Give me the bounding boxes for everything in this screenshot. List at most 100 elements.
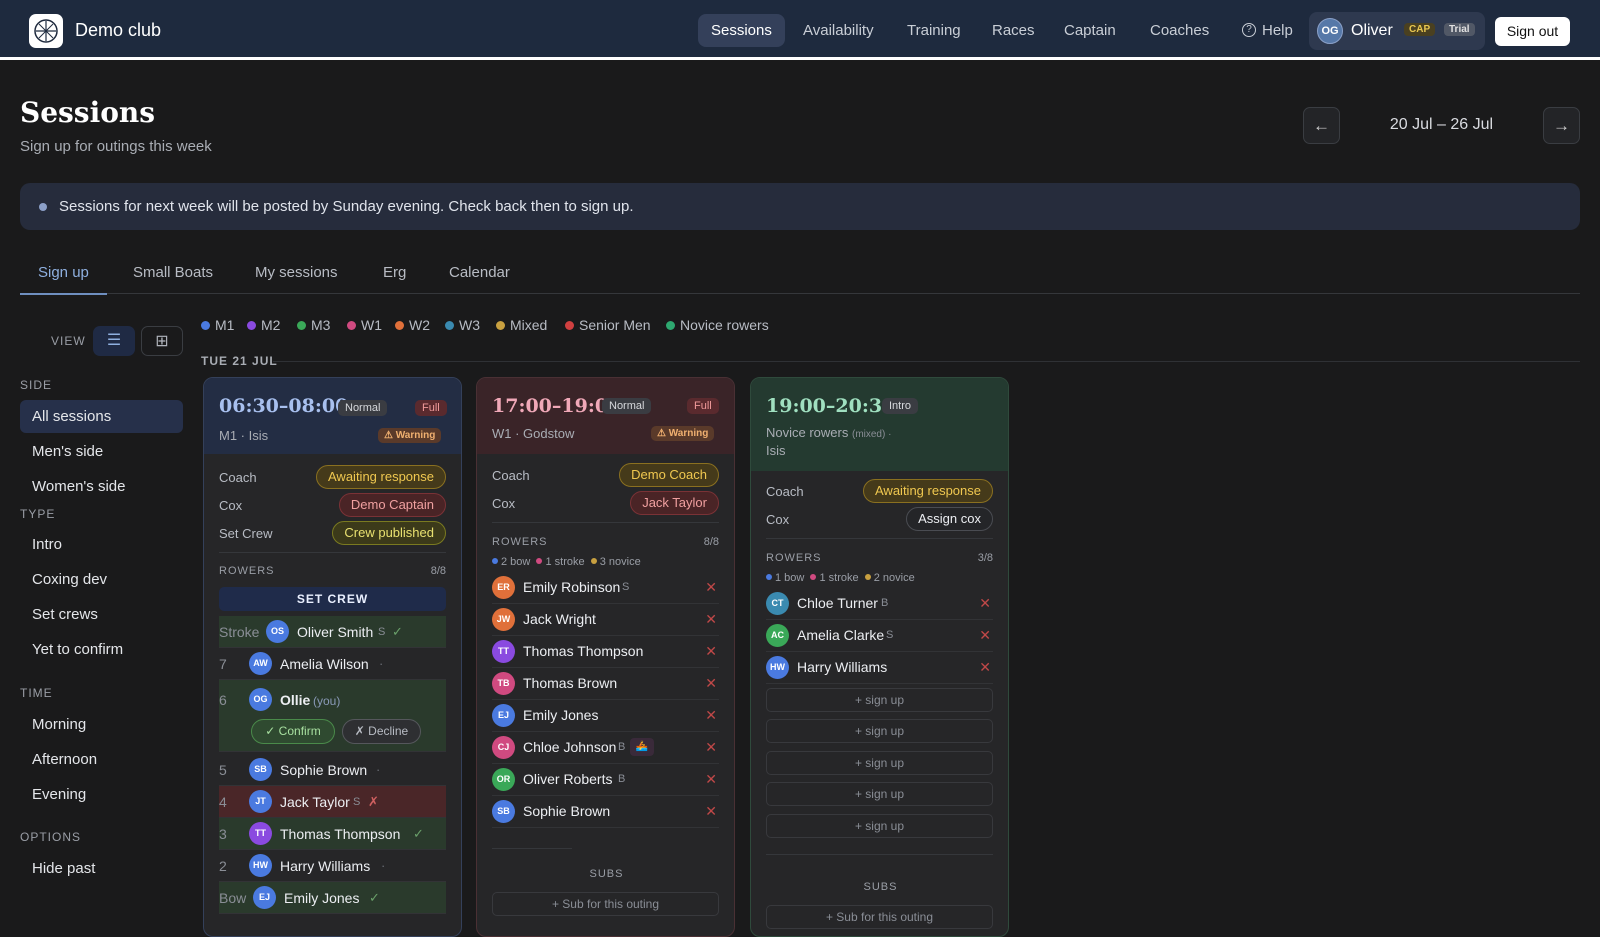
remove-x-icon[interactable]: ✕	[705, 803, 717, 820]
stroke-dot	[810, 574, 817, 580]
tab-sign-up[interactable]: Sign up	[20, 264, 107, 295]
remove-x-icon[interactable]: ✕	[705, 707, 717, 724]
club-name[interactable]: Demo club	[75, 20, 161, 41]
filter-all-sessions[interactable]: All sessions	[20, 400, 183, 433]
remove-x-icon[interactable]: ✕	[979, 595, 991, 612]
avatar: HW	[249, 854, 272, 877]
nav-coaches[interactable]: Coaches	[1137, 14, 1222, 47]
sign-up-slot-button[interactable]: + sign up	[766, 814, 993, 838]
legend-dot	[297, 320, 306, 330]
session-card-novice[interactable]: 19:00–20:30 Intro Novice rowers (mixed) …	[750, 377, 1009, 937]
crew-row[interactable]: Bow EJ Emily Jones ✓	[219, 882, 446, 914]
side-indicator: S	[353, 796, 361, 808]
club-logo-icon[interactable]	[29, 14, 63, 48]
crew-row[interactable]: 5 SB Sophie Brown ·	[219, 754, 446, 786]
session-card-m1[interactable]: 06:30–08:00 Normal Full M1 · Isis ⚠ Warn…	[203, 377, 462, 937]
nav-help[interactable]: ? Help	[1230, 14, 1306, 47]
filter-set-crews[interactable]: Set crews	[20, 598, 183, 631]
legend-mixed: Mixed	[496, 317, 547, 333]
filter-intro[interactable]: Intro	[20, 528, 183, 561]
remove-x-icon[interactable]: ✕	[979, 659, 991, 676]
nav-sessions[interactable]: Sessions	[698, 14, 785, 47]
filter-afternoon[interactable]: Afternoon	[20, 743, 183, 776]
sign-up-slot-button[interactable]: + sign up	[766, 782, 993, 806]
warning-badge[interactable]: ⚠ Warning	[378, 428, 442, 443]
rower-name: Emily Jones	[523, 707, 599, 723]
sign-up-slot-button[interactable]: + sign up	[766, 719, 993, 743]
tab-calendar[interactable]: Calendar	[431, 264, 528, 295]
filter-yet-to-confirm[interactable]: Yet to confirm	[20, 633, 183, 666]
novice-count: 3 novice	[599, 556, 641, 568]
rower-row[interactable]: HW Harry Williams ✕	[766, 652, 993, 684]
rower-breakdown: 2 bow 1 stroke 3 novice	[492, 556, 641, 568]
filter-womens-side[interactable]: Women's side	[20, 470, 183, 503]
tab-small-boats[interactable]: Small Boats	[115, 264, 231, 295]
remove-x-icon[interactable]: ✕	[705, 771, 717, 788]
rower-name: Thomas Thompson	[280, 826, 401, 842]
warning-badge[interactable]: ⚠ Warning	[651, 426, 715, 441]
filter-evening[interactable]: Evening	[20, 778, 183, 811]
sign-up-slot-button[interactable]: + sign up	[766, 751, 993, 775]
grid-view-icon[interactable]: ⊞	[141, 326, 183, 356]
remove-x-icon[interactable]: ✕	[705, 739, 717, 756]
rower-row[interactable]: AC Amelia Clarke S ✕	[766, 620, 993, 652]
crew-row[interactable]: 3 TT Thomas Thompson ✓	[219, 818, 446, 850]
sign-out-button[interactable]: Sign out	[1495, 17, 1570, 46]
rower-row[interactable]: OR Oliver Roberts B ✕	[492, 764, 719, 796]
sign-up-slot-button[interactable]: + sign up	[766, 688, 993, 712]
remove-x-icon[interactable]: ✕	[705, 611, 717, 628]
set-crew-button[interactable]: SET CREW	[219, 587, 446, 611]
filter-mens-side[interactable]: Men's side	[20, 435, 183, 468]
remove-x-icon[interactable]: ✕	[705, 675, 717, 692]
coach-status-pill[interactable]: Awaiting response	[863, 479, 993, 503]
stroke-count: 1 stroke	[545, 556, 585, 568]
rower-row[interactable]: SB Sophie Brown ✕	[492, 796, 719, 828]
avatar: ER	[492, 576, 515, 599]
nav-captain[interactable]: Captain	[1051, 14, 1129, 47]
cox-pill[interactable]: Demo Captain	[338, 493, 446, 517]
remove-x-icon[interactable]: ✕	[705, 579, 717, 596]
rower-row[interactable]: CJ Chloe Johnson B 🚣 ✕	[492, 732, 719, 764]
rower-row[interactable]: EJ Emily Jones ✕	[492, 700, 719, 732]
set-crew-pill[interactable]: Crew published	[332, 521, 446, 545]
confirm-button[interactable]: ✓ Confirm	[251, 719, 335, 744]
nav-races[interactable]: Races	[979, 14, 1048, 47]
coach-status-pill[interactable]: Awaiting response	[316, 465, 446, 489]
tab-erg[interactable]: Erg	[365, 264, 424, 295]
rower-row[interactable]: TB Thomas Brown ✕	[492, 668, 719, 700]
coach-pill[interactable]: Demo Coach	[619, 463, 719, 487]
crew-row[interactable]: 4 JT Jack Taylor S ✗	[219, 786, 446, 818]
list-view-icon[interactable]: ☰	[93, 326, 135, 356]
avatar: AC	[766, 624, 789, 647]
next-week-button[interactable]: →	[1543, 107, 1580, 144]
rower-row[interactable]: ER Emily Robinson S ✕	[492, 572, 719, 604]
rower-row[interactable]: TT Thomas Thompson ✕	[492, 636, 719, 668]
rower-row[interactable]: JW Jack Wright ✕	[492, 604, 719, 636]
prev-week-button[interactable]: ←	[1303, 107, 1340, 144]
filter-morning[interactable]: Morning	[20, 708, 183, 741]
nav-training[interactable]: Training	[894, 14, 974, 47]
seat-label: Bow	[219, 890, 247, 906]
cox-pill[interactable]: Jack Taylor	[630, 491, 719, 515]
rower-row[interactable]: CT Chloe Turner B ✕	[766, 588, 993, 620]
remove-x-icon[interactable]: ✕	[979, 627, 991, 644]
sub-for-outing-button[interactable]: + Sub for this outing	[766, 905, 993, 929]
crew-row[interactable]: Stroke OS Oliver Smith S ✓	[219, 616, 446, 648]
assign-cox-button[interactable]: Assign cox	[906, 507, 993, 531]
crew-row[interactable]: 2 HW Harry Williams ·	[219, 850, 446, 882]
tab-my-sessions[interactable]: My sessions	[237, 264, 356, 295]
session-card-w1[interactable]: 17:00–19:00 Normal Full W1 · Godstow ⚠ W…	[476, 377, 735, 937]
crew-row-you[interactable]: 6 OG Ollie (you) ✓ Confirm ✗ Decline	[219, 680, 446, 752]
decline-button[interactable]: ✗ Decline	[342, 719, 421, 744]
legend-w3: W3	[445, 317, 480, 333]
nav-availability[interactable]: Availability	[790, 14, 887, 47]
view-label: VIEW	[51, 334, 86, 348]
filter-hide-past[interactable]: Hide past	[20, 852, 183, 885]
crew-row[interactable]: 7 AW Amelia Wilson ·	[219, 648, 446, 680]
sub-for-outing-button[interactable]: + Sub for this outing	[492, 892, 719, 916]
user-menu[interactable]: OG Oliver CAP Trial	[1309, 12, 1485, 50]
filter-coxing-dev[interactable]: Coxing dev	[20, 563, 183, 596]
user-avatar: OG	[1317, 18, 1343, 44]
time-heading: TIME	[20, 686, 53, 700]
remove-x-icon[interactable]: ✕	[705, 643, 717, 660]
